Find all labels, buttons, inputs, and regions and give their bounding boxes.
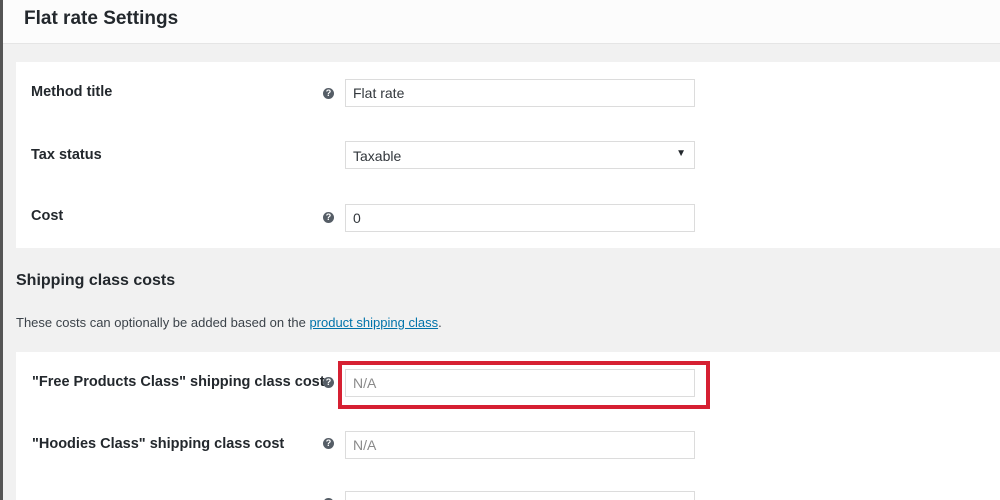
- cost-input[interactable]: [345, 204, 695, 232]
- cost-help-icon[interactable]: ?: [323, 212, 334, 223]
- hoodies-class-cost-label: "Hoodies Class" shipping class cost: [32, 436, 285, 452]
- next-row-input-partial: [345, 491, 695, 500]
- flat-rate-settings-page: Flat rate Settings Method title ? Tax st…: [0, 0, 1000, 500]
- shipping-class-costs-panel: "Free Products Class" shipping class cos…: [16, 352, 1000, 500]
- free-products-class-help-icon[interactable]: ?: [323, 377, 334, 388]
- hoodies-class-help-icon[interactable]: ?: [323, 438, 334, 449]
- method-title-label: Method title: [31, 84, 113, 100]
- chevron-down-icon: ▼: [676, 148, 686, 159]
- general-settings-panel: Method title ? Tax status Taxable ▼ Cost…: [16, 62, 1000, 248]
- window-left-edge: [0, 0, 3, 500]
- page-title: Flat rate Settings: [24, 8, 179, 29]
- hoodies-class-cost-input[interactable]: [345, 431, 695, 459]
- method-title-help-icon[interactable]: ?: [323, 88, 334, 99]
- free-products-class-cost-label: "Free Products Class" shipping class cos…: [32, 374, 325, 390]
- description-suffix: .: [438, 315, 442, 330]
- tax-status-label: Tax status: [31, 147, 102, 163]
- cost-label: Cost: [31, 208, 64, 224]
- shipping-class-costs-heading: Shipping class costs: [16, 272, 176, 289]
- product-shipping-class-link[interactable]: product shipping class: [309, 315, 438, 330]
- description-text: These costs can optionally be added base…: [16, 315, 310, 330]
- shipping-class-costs-description: These costs can optionally be added base…: [16, 315, 442, 330]
- tax-status-selected-value: Taxable: [353, 148, 402, 164]
- method-title-input[interactable]: [345, 79, 695, 107]
- tax-status-select[interactable]: Taxable ▼: [345, 141, 695, 169]
- settings-header: Flat rate Settings: [3, 0, 1000, 44]
- free-products-class-cost-input[interactable]: [345, 369, 695, 397]
